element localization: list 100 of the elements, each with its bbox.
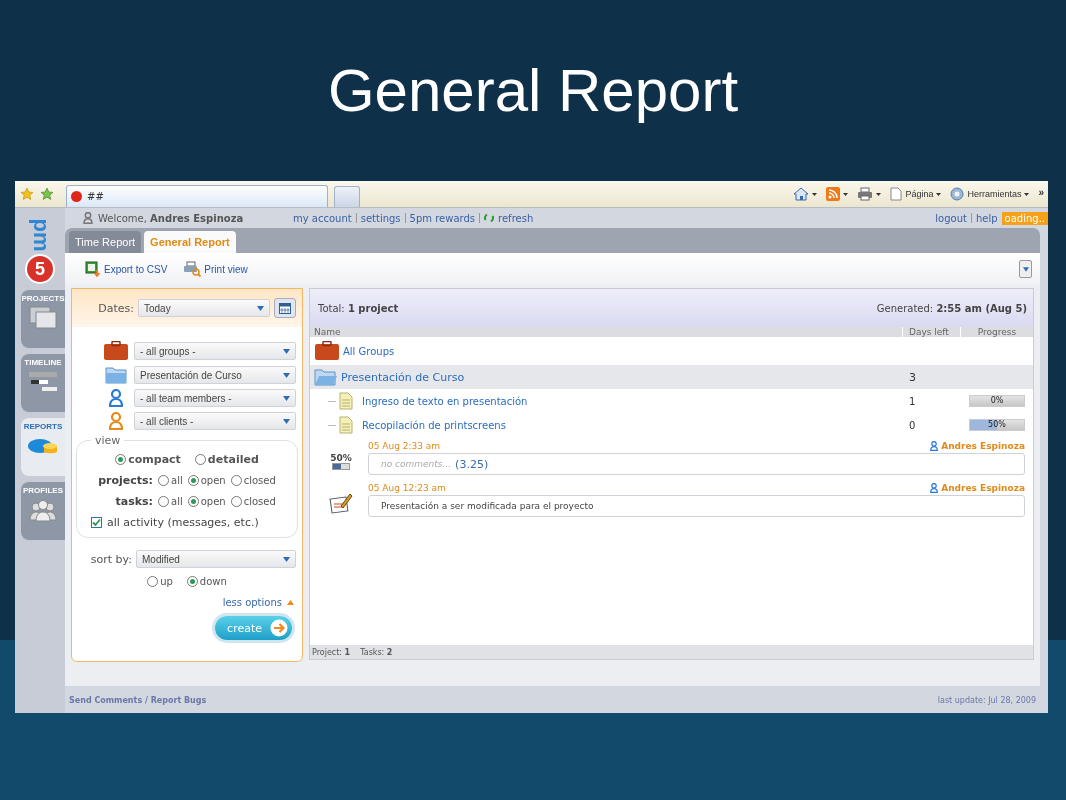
- side-nav-tab[interactable]: TIMELINE: [21, 354, 65, 412]
- caret-icon: [283, 372, 290, 378]
- footer-link[interactable]: Send Comments / Report Bugs: [69, 696, 207, 705]
- radio-button[interactable]: [158, 475, 169, 486]
- row-link[interactable]: Presentación de Curso: [341, 370, 465, 384]
- toolbar-button[interactable]: [826, 187, 849, 201]
- option-label: projects:: [97, 474, 153, 487]
- header-link[interactable]: 5pm rewards: [409, 212, 476, 224]
- briefcase-icon: [103, 341, 129, 361]
- header-link[interactable]: settings: [360, 212, 401, 224]
- toolbar-button[interactable]: [857, 187, 882, 201]
- header-link[interactable]: logout: [935, 212, 967, 224]
- dropdown-button[interactable]: [1019, 260, 1032, 278]
- print-preview-icon: [183, 261, 202, 277]
- person-icon: [83, 212, 93, 224]
- radio-label: compact: [128, 453, 181, 466]
- caret-icon: [1024, 192, 1030, 196]
- side-nav-tab[interactable]: REPORTS: [21, 418, 65, 476]
- radio-label: detailed: [207, 453, 259, 466]
- timestamp: 05 Aug 2:33 am: [368, 441, 441, 451]
- folder-icon: [314, 368, 338, 386]
- toolbar-button[interactable]: [793, 187, 818, 201]
- field-label: sort by:: [89, 552, 132, 566]
- app-logo[interactable]: pm 5: [23, 214, 57, 284]
- radio-button[interactable]: [186, 576, 198, 587]
- row-link[interactable]: Recopilación de printscreens: [362, 419, 506, 431]
- radio-button[interactable]: [115, 454, 127, 465]
- person-icon: [930, 441, 939, 451]
- tab[interactable]: Time Report: [69, 231, 142, 253]
- header-link[interactable]: help: [975, 212, 998, 224]
- group-legend: view: [91, 434, 125, 447]
- toolbar-button[interactable]: Print view: [183, 261, 248, 277]
- timeline-icon: [28, 370, 58, 394]
- folder-icon: [105, 366, 127, 384]
- dropdown[interactable]: - all team members -: [134, 389, 296, 407]
- radio-button[interactable]: [187, 496, 199, 507]
- tab-title: ##: [87, 191, 104, 202]
- calendar-icon: [279, 302, 291, 314]
- more-button[interactable]: »: [1038, 187, 1044, 198]
- radio-button[interactable]: [230, 496, 242, 507]
- header-link[interactable]: my account: [293, 212, 352, 224]
- days-left: 1: [909, 395, 916, 407]
- author-link[interactable]: Andres Espinoza: [941, 483, 1025, 493]
- note-pencil-icon: [329, 492, 353, 514]
- percent-text: 50%: [330, 452, 352, 463]
- caret-icon: [283, 395, 290, 401]
- side-nav-tab[interactable]: PROFILES: [21, 482, 65, 540]
- dropdown[interactable]: - all groups -: [134, 342, 296, 360]
- side-nav-tab[interactable]: PROJECTS: [21, 290, 65, 348]
- days-left: 3: [909, 370, 916, 384]
- row-link[interactable]: Ingreso de texto en presentación: [362, 395, 528, 407]
- field-label: Dates:: [97, 301, 134, 315]
- home-icon: [793, 187, 810, 201]
- radio-button[interactable]: [230, 475, 242, 486]
- hours-text: (3.25): [455, 457, 489, 471]
- tab[interactable]: General Report: [144, 231, 236, 253]
- radio-button[interactable]: [158, 496, 169, 507]
- author-link[interactable]: Andres Espinoza: [941, 441, 1025, 451]
- browser-tab[interactable]: ##: [66, 185, 328, 207]
- radio-label: open: [200, 496, 226, 507]
- last-update-text: last update: Jul 28, 2009: [937, 696, 1036, 705]
- mini-progress-bar: [332, 462, 350, 470]
- dropdown[interactable]: Presentación de Curso: [134, 366, 296, 384]
- person-icon: [930, 483, 939, 493]
- total-text: Total: 1 project: [318, 302, 399, 314]
- checkbox[interactable]: [91, 517, 102, 528]
- checkbox-label: all activity (messages, etc.): [107, 516, 259, 529]
- dropdown[interactable]: - all clients -: [134, 412, 296, 430]
- radio-label: closed: [243, 475, 276, 486]
- less-options-link[interactable]: less options: [222, 597, 282, 608]
- calendar-button[interactable]: [274, 298, 296, 318]
- row-link[interactable]: All Groups: [343, 345, 395, 357]
- caret-up-icon: [287, 600, 294, 605]
- radio-label: closed: [243, 496, 276, 507]
- printer-icon: [857, 187, 874, 201]
- slide-title: General Report: [326, 56, 740, 126]
- radio-button[interactable]: [187, 475, 199, 486]
- comment-text: Presentación a ser modificada para el proyecto: [381, 501, 594, 511]
- toolbar-button[interactable]: Página: [890, 187, 942, 201]
- header-link[interactable]: refresh: [498, 212, 534, 224]
- toolbar-button[interactable]: Export to CSV: [85, 261, 168, 277]
- refresh-icon: [484, 212, 495, 224]
- toolbar-button[interactable]: Herramientas: [950, 187, 1030, 201]
- caret-icon: [1022, 266, 1029, 272]
- timestamp: 05 Aug 12:23 am: [368, 483, 446, 493]
- spreadsheet-icon: [85, 261, 101, 277]
- dropdown[interactable]: Modified: [136, 550, 296, 568]
- caret-icon: [257, 305, 264, 311]
- radio-button[interactable]: [194, 454, 206, 465]
- person-icon: [109, 412, 123, 430]
- new-tab-button[interactable]: [334, 186, 360, 207]
- star-icon[interactable]: [20, 187, 34, 201]
- caret-icon: [283, 556, 290, 562]
- people-icon: [27, 498, 59, 522]
- logo-icon: [71, 191, 82, 202]
- dropdown[interactable]: Today: [138, 299, 270, 317]
- loading-badge: oading..: [1001, 211, 1048, 225]
- star-icon[interactable]: [40, 187, 54, 201]
- radio-button[interactable]: [147, 576, 159, 587]
- column-header: Days left: [902, 327, 960, 337]
